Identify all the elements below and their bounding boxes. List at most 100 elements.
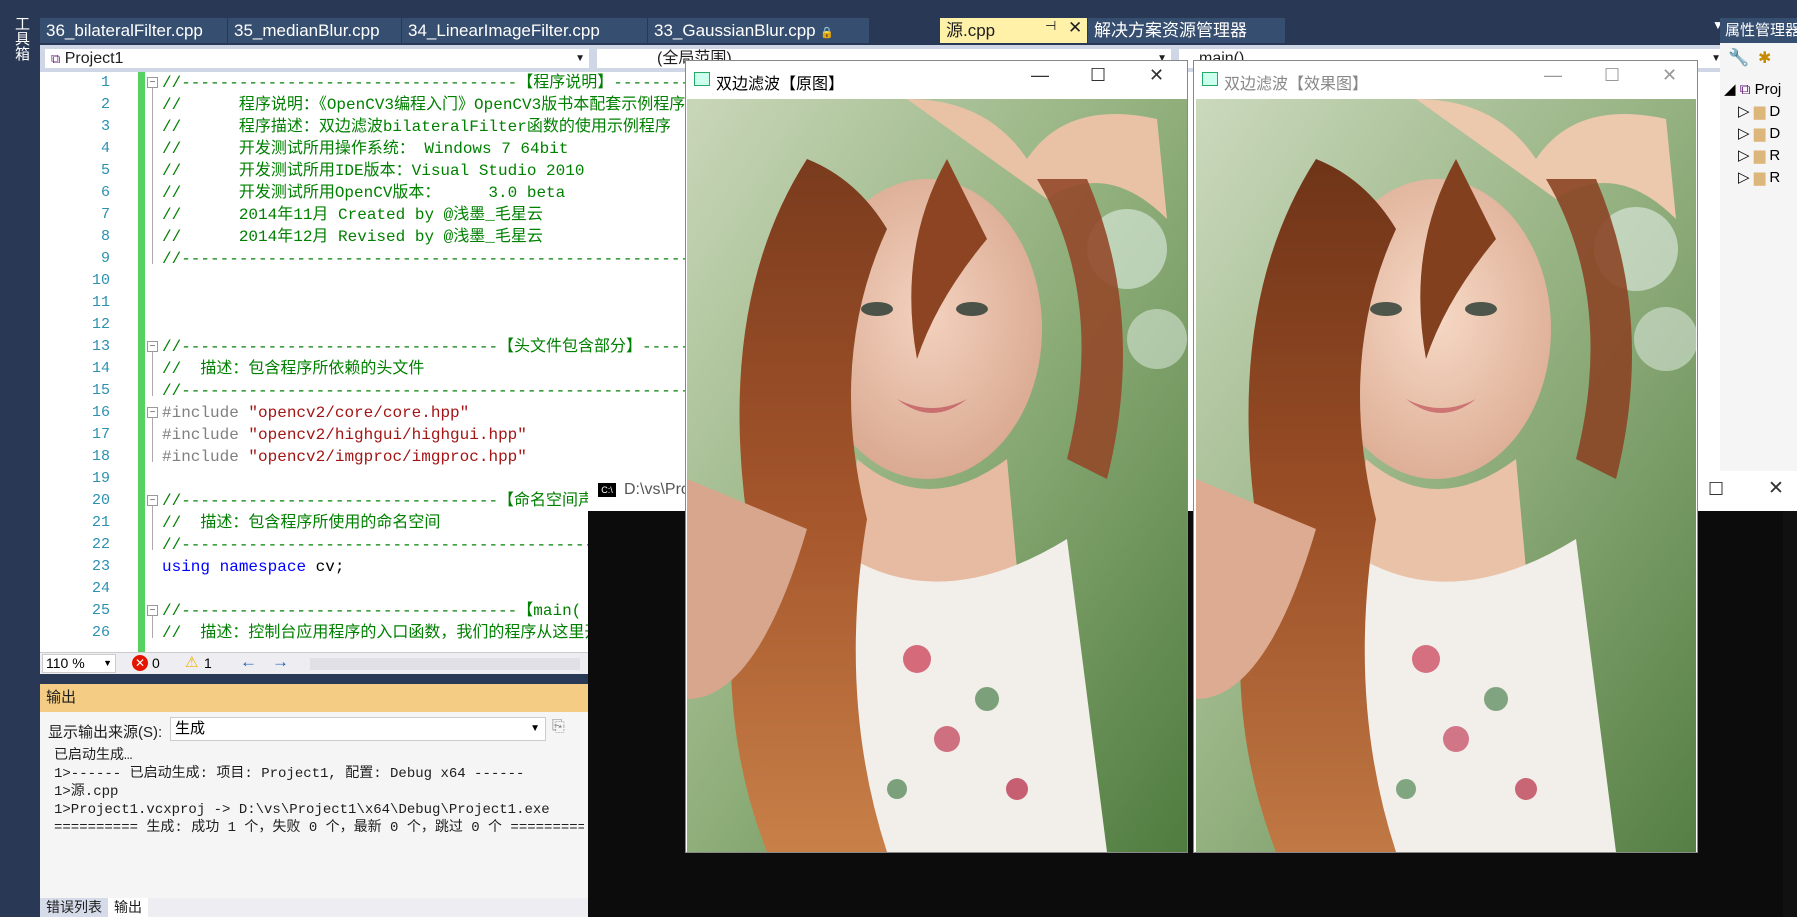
line-number: 7: [100, 206, 110, 223]
close-icon[interactable]: ✕: [1662, 65, 1677, 86]
tab-label: 解决方案资源管理器: [1094, 21, 1247, 40]
close-icon[interactable]: ✕: [1768, 477, 1784, 500]
arrow-left-icon[interactable]: ←: [240, 652, 257, 672]
console-scrollbar[interactable]: [1783, 511, 1797, 917]
line-number: 4: [100, 140, 110, 157]
line-number: 1: [100, 74, 110, 91]
zoom-dropdown[interactable]: 110 % ▼: [42, 654, 116, 673]
code-line[interactable]: // 开发测试所用操作系统： Windows 7 64bit: [162, 138, 568, 160]
code-line[interactable]: // 2014年11月 Created by @浅墨_毛星云: [162, 204, 543, 226]
code-line[interactable]: #include "opencv2/highgui/highgui.hpp": [162, 424, 527, 446]
tree-item-release-2[interactable]: ▷ ▆ R: [1738, 168, 1780, 186]
tab-34-linearimagefilter[interactable]: 34_LinearImageFilter.cpp: [402, 18, 648, 43]
close-icon[interactable]: ✕: [1149, 65, 1164, 86]
line-number: 17: [91, 426, 110, 443]
code-line[interactable]: #include "opencv2/imgproc/imgproc.hpp": [162, 446, 527, 468]
fold-toggle-icon[interactable]: −: [147, 407, 158, 418]
tab-output[interactable]: 输出: [108, 898, 148, 917]
tree-label: R: [1769, 169, 1781, 186]
console-app-icon: C:\: [598, 483, 616, 497]
horizontal-scrollbar[interactable]: [310, 658, 580, 670]
result-image-window[interactable]: 双边滤波【效果图】 — ☐ ✕: [1193, 60, 1698, 853]
output-source-label: 显示输出来源(S):: [48, 724, 163, 741]
arrow-right-icon[interactable]: →: [272, 652, 289, 672]
toolbox-label[interactable]: 工具箱: [10, 16, 30, 61]
error-icon[interactable]: ✕: [132, 655, 148, 671]
identifier: cv;: [306, 558, 345, 576]
output-title: 输出: [40, 684, 592, 712]
code-line[interactable]: using namespace cv;: [162, 556, 344, 578]
tree-item-project[interactable]: ◢ ⧉ Proj: [1724, 80, 1781, 98]
code-line[interactable]: // 描述：包含程序所使用的命名空间: [162, 512, 440, 534]
fold-guide: [152, 616, 153, 638]
maximize-icon[interactable]: ☐: [1090, 65, 1106, 86]
code-line[interactable]: // 描述：控制台应用程序的入口函数，我们的程序从这里开始: [162, 622, 616, 644]
tab-solution-explorer[interactable]: 解决方案资源管理器: [1088, 18, 1286, 43]
project-icon: ⧉: [51, 51, 61, 66]
line-number: 18: [91, 448, 110, 465]
wrench-icon[interactable]: 🔧: [1728, 48, 1749, 68]
line-number: 19: [91, 470, 110, 487]
fold-toggle-icon[interactable]: −: [147, 341, 158, 352]
tree-label: R: [1769, 147, 1781, 164]
tab-33-gaussianblur[interactable]: 33_GaussianBlur.cpp 🔒: [648, 18, 870, 43]
warning-icon[interactable]: ⚠: [185, 653, 198, 673]
window-title: 双边滤波【原图】: [716, 76, 845, 93]
clear-output-icon[interactable]: ⎘: [552, 718, 565, 736]
code-line[interactable]: // 2014年12月 Revised by @浅墨_毛星云: [162, 226, 543, 248]
original-image-window[interactable]: 双边滤波【原图】 — ☐ ✕: [685, 60, 1188, 853]
line-number: 22: [91, 536, 110, 553]
fold-toggle-icon[interactable]: −: [147, 495, 158, 506]
keyword: namespace: [219, 558, 307, 576]
tree-item-debug-1[interactable]: ▷ ▆ D: [1738, 102, 1780, 120]
line-number: 11: [91, 294, 110, 311]
fold-toggle-icon[interactable]: −: [147, 605, 158, 616]
fold-guide: [152, 88, 153, 264]
editor-status-bar: 110 % ▼ ✕ 0 ⚠ 1 ← →: [40, 652, 590, 674]
tab-35-medianblur[interactable]: 35_medianBlur.cpp: [228, 18, 402, 43]
bottom-tab-bar: 错误列表 输出: [40, 898, 592, 917]
code-line[interactable]: // 程序描述：双边滤波bilateralFilter函数的使用示例程序: [162, 116, 671, 138]
document-tab-bar: 36_bilateralFilter.cpp 35_medianBlur.cpp…: [40, 18, 1748, 43]
change-tracking-bar: [138, 72, 145, 652]
code-line[interactable]: // 程序说明：《OpenCV3编程入门》OpenCV3版书本配套示例程序36: [162, 94, 704, 116]
tree-label: D: [1769, 103, 1781, 120]
line-number: 13: [91, 338, 110, 355]
portrait-image: [687, 99, 1187, 852]
tab-label: 36_bilateralFilter.cpp: [46, 21, 203, 40]
tab-label: 33_GaussianBlur.cpp: [654, 21, 816, 40]
project-dropdown[interactable]: ⧉ Project1 ▼: [44, 48, 590, 69]
pin-icon[interactable]: ⊣: [1045, 18, 1056, 34]
minimize-icon[interactable]: —: [1031, 65, 1049, 86]
original-photo: [687, 99, 1187, 852]
line-number: 3: [100, 118, 110, 135]
fold-guide: [152, 506, 153, 550]
chevron-down-icon: ▼: [530, 723, 540, 734]
new-property-sheet-icon[interactable]: ✱: [1758, 48, 1771, 68]
tab-36-bilateralfilter[interactable]: 36_bilateralFilter.cpp: [40, 18, 228, 43]
maximize-icon[interactable]: ☐: [1708, 479, 1724, 500]
tab-error-list[interactable]: 错误列表: [40, 898, 108, 917]
tree-item-debug-2[interactable]: ▷ ▆ D: [1738, 124, 1780, 142]
tab-source-cpp[interactable]: 源.cpp: [940, 18, 1088, 43]
minimize-icon[interactable]: —: [1544, 65, 1562, 86]
line-number: 12: [91, 316, 110, 333]
code-line[interactable]: // 开发测试所用OpenCV版本： 3.0 beta: [162, 182, 565, 204]
close-icon[interactable]: ✕: [1068, 18, 1082, 38]
property-manager-title: 属性管理器: [1720, 18, 1797, 43]
line-number: 26: [91, 624, 110, 641]
fold-toggle-icon[interactable]: −: [147, 77, 158, 88]
chevron-down-icon: ▼: [103, 658, 112, 668]
maximize-icon[interactable]: ☐: [1604, 65, 1620, 86]
tree-item-release-1[interactable]: ▷ ▆ R: [1738, 146, 1780, 164]
code-line[interactable]: #include "opencv2/core/core.hpp": [162, 402, 469, 424]
tab-label: 35_medianBlur.cpp: [234, 21, 380, 40]
line-number: 16: [91, 404, 110, 421]
code-line[interactable]: // 描述：包含程序所依赖的头文件: [162, 358, 424, 380]
code-line[interactable]: // 开发测试所用IDE版本：Visual Studio 2010: [162, 160, 584, 182]
project-name: Project1: [64, 50, 124, 67]
tree-label: Proj: [1754, 81, 1782, 98]
include-directive: #include: [162, 426, 239, 444]
toolbox-strip[interactable]: 工具箱: [0, 0, 40, 917]
output-source-dropdown[interactable]: 生成 ▼: [170, 717, 546, 741]
